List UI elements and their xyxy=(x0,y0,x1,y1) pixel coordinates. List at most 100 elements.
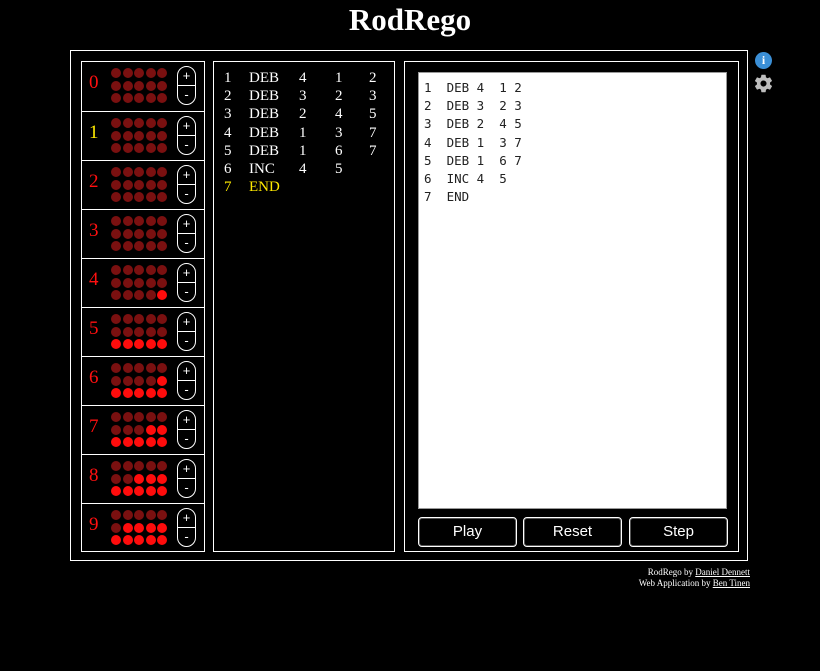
register-stepper: + - xyxy=(177,214,196,253)
program-line: 1 xyxy=(224,70,232,86)
gear-icon[interactable] xyxy=(753,73,774,99)
register-bead xyxy=(111,473,121,484)
register-bead xyxy=(145,473,156,484)
register-stepper: + - xyxy=(177,66,196,105)
register-bead xyxy=(134,93,144,103)
register-row-3: 3 + - xyxy=(82,209,204,258)
register-stepper: + - xyxy=(177,165,196,204)
dennett-link[interactable]: Daniel Dennett xyxy=(695,567,750,577)
register-bead xyxy=(145,424,156,435)
increment-button[interactable]: + xyxy=(178,215,195,234)
register-bead xyxy=(134,130,144,141)
register-bead xyxy=(111,265,121,275)
register-bead xyxy=(122,388,133,398)
program-line: 2 DEB 3 2 3 xyxy=(224,88,394,106)
register-bead xyxy=(111,326,121,337)
program-editor[interactable]: 1 DEB 4 1 2 2 DEB 3 2 3 3 DEB 2 4 5 4 DE… xyxy=(418,72,727,509)
program-b: 7 xyxy=(369,124,377,141)
program-op: DEB xyxy=(249,106,279,123)
reset-button[interactable]: Reset xyxy=(523,517,622,547)
register-label: 0 xyxy=(89,72,99,93)
register-bead xyxy=(157,241,167,251)
increment-button[interactable]: + xyxy=(178,362,195,381)
program-op: DEB xyxy=(249,70,279,86)
register-bead xyxy=(122,510,133,520)
decrement-button[interactable]: - xyxy=(178,479,195,497)
decrement-button[interactable]: - xyxy=(178,332,195,350)
credits-line-1-prefix: RodRego by xyxy=(647,567,696,577)
register-bead xyxy=(145,326,156,337)
increment-button[interactable]: + xyxy=(178,117,195,136)
decrement-button[interactable]: - xyxy=(178,136,195,154)
register-bead xyxy=(111,314,121,324)
register-stepper: + - xyxy=(177,361,196,400)
register-bead xyxy=(122,363,133,373)
register-bead xyxy=(111,118,121,128)
register-bead xyxy=(134,143,144,153)
increment-button[interactable]: + xyxy=(178,67,195,86)
register-stepper: + - xyxy=(177,459,196,498)
increment-button[interactable]: + xyxy=(178,166,195,185)
register-bead xyxy=(111,80,121,91)
decrement-button[interactable]: - xyxy=(178,185,195,203)
program-reg: 1 xyxy=(299,124,307,141)
register-stepper: + - xyxy=(177,116,196,155)
program-a: 2 xyxy=(335,88,343,105)
increment-button[interactable]: + xyxy=(178,313,195,332)
register-bead xyxy=(134,241,144,251)
register-bead xyxy=(122,290,133,300)
register-bead xyxy=(157,388,167,398)
register-bead xyxy=(111,93,121,103)
register-bead xyxy=(145,167,156,177)
decrement-button[interactable]: - xyxy=(178,234,195,252)
register-bead xyxy=(122,375,133,386)
increment-button[interactable]: + xyxy=(178,509,195,528)
register-panel: 0 + -1 + -2 + -3 + -4 + -5 + -6 + -7 + -8 + -9 + - xyxy=(81,61,205,552)
decrement-button[interactable]: - xyxy=(178,381,195,399)
register-row-0: 0 + - xyxy=(82,62,204,111)
register-bead xyxy=(111,375,121,386)
register-bead xyxy=(157,179,167,190)
decrement-button[interactable]: - xyxy=(178,283,195,301)
register-bead xyxy=(122,192,133,202)
decrement-button[interactable]: - xyxy=(178,86,195,104)
play-button[interactable]: Play xyxy=(418,517,517,547)
increment-button[interactable]: + xyxy=(178,264,195,283)
register-bead xyxy=(145,216,156,226)
program-op: DEB xyxy=(249,142,279,159)
register-bead xyxy=(145,277,156,288)
register-bead xyxy=(122,130,133,141)
editor-panel: 1 DEB 4 1 2 2 DEB 3 2 3 3 DEB 2 4 5 4 DE… xyxy=(404,61,739,552)
register-bead xyxy=(157,363,167,373)
decrement-button[interactable]: - xyxy=(178,528,195,546)
register-row-6: 6 + - xyxy=(82,356,204,405)
register-bead xyxy=(122,118,133,128)
register-bead xyxy=(157,522,167,533)
tinen-link[interactable]: Ben Tinen xyxy=(713,578,750,588)
register-bead xyxy=(157,277,167,288)
register-bead xyxy=(157,412,167,422)
increment-button[interactable]: + xyxy=(178,411,195,430)
register-row-1: 1 + - xyxy=(82,111,204,160)
register-bead xyxy=(145,510,156,520)
register-bead xyxy=(122,522,133,533)
register-label: 9 xyxy=(89,514,99,535)
app-title: RodRego xyxy=(348,2,472,37)
register-bead xyxy=(111,339,121,349)
increment-button[interactable]: + xyxy=(178,460,195,479)
register-bead xyxy=(111,522,121,533)
register-label: 6 xyxy=(89,367,99,388)
register-bead xyxy=(145,265,156,275)
register-bead xyxy=(157,375,167,386)
info-icon[interactable]: i xyxy=(755,52,772,69)
register-bead xyxy=(111,424,121,435)
register-bead xyxy=(145,535,156,545)
step-button[interactable]: Step xyxy=(629,517,728,547)
decrement-button[interactable]: - xyxy=(178,430,195,448)
register-bead xyxy=(157,265,167,275)
program-reg: 3 xyxy=(299,88,307,105)
register-bead xyxy=(122,412,133,422)
program-a: 4 xyxy=(335,106,343,123)
register-bead xyxy=(157,314,167,324)
register-row-9: 9 + - xyxy=(82,503,204,552)
